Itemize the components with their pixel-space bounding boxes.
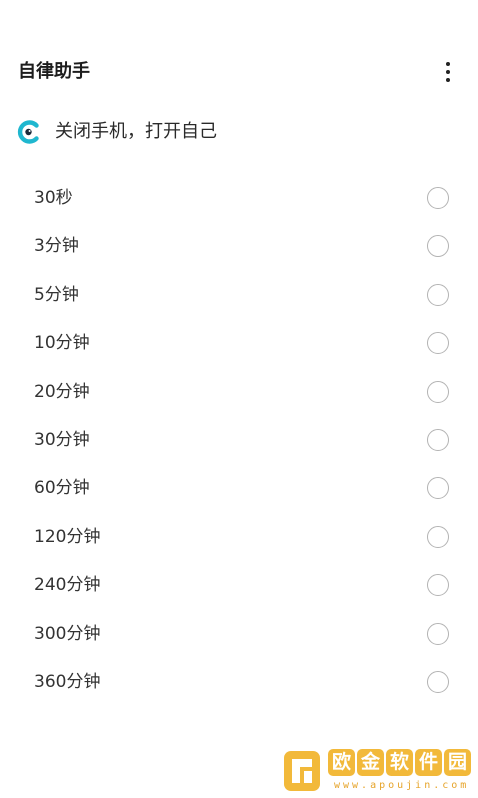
duration-option[interactable]: 120分钟 — [0, 513, 478, 561]
watermark-char: 金 — [357, 749, 384, 776]
watermark-char: 软 — [386, 749, 413, 776]
watermark-brand: 欧金软件园 — [328, 749, 471, 776]
duration-option[interactable]: 5分钟 — [0, 271, 478, 319]
more-options-button[interactable] — [436, 56, 460, 88]
app-title: 自律助手 — [18, 61, 90, 82]
duration-option[interactable]: 30分钟 — [0, 416, 478, 464]
duration-option[interactable]: 60分钟 — [0, 464, 478, 512]
duration-option-label: 20分钟 — [34, 381, 90, 402]
radio-button[interactable] — [427, 525, 449, 548]
app-logo-icon — [16, 119, 42, 145]
radio-button[interactable] — [427, 622, 449, 645]
app-screen: 自律助手 关闭手机，打开自己 30秒 3分钟 5分钟 10分钟 20分钟 30分钟 60分钟… — [0, 0, 478, 798]
radio-button[interactable] — [427, 235, 449, 258]
more-vertical-icon-dot — [446, 78, 450, 82]
duration-option[interactable]: 300分钟 — [0, 610, 478, 658]
radio-button[interactable] — [427, 332, 449, 355]
duration-option-label: 10分钟 — [34, 333, 90, 354]
radio-button[interactable] — [427, 380, 449, 403]
watermark-url: www.apoujin.com — [334, 780, 470, 791]
app-bar: 自律助手 — [0, 50, 478, 94]
watermark-char: 欧 — [328, 749, 355, 776]
radio-button[interactable] — [427, 670, 449, 693]
duration-options-list: 30秒 3分钟 5分钟 10分钟 20分钟 30分钟 60分钟 120分钟 240分钟 300分钟… — [0, 174, 478, 706]
more-vertical-icon-dot — [446, 70, 450, 74]
duration-option-label: 30秒 — [34, 188, 73, 208]
duration-option-label: 5分钟 — [34, 284, 79, 305]
radio-button[interactable] — [427, 574, 449, 597]
watermark-text-block: 欧金软件园 www.apoujin.com — [328, 749, 471, 793]
duration-option[interactable]: 10分钟 — [0, 319, 478, 367]
duration-option-label: 120分钟 — [34, 526, 101, 547]
duration-option-label: 30分钟 — [34, 429, 90, 450]
duration-option-label: 240分钟 — [34, 575, 101, 596]
watermark-char: 园 — [444, 749, 471, 776]
radio-button[interactable] — [427, 477, 449, 500]
duration-option-label: 60分钟 — [34, 478, 90, 499]
radio-button[interactable] — [427, 428, 449, 451]
watermark: 欧金软件园 www.apoujin.com — [282, 744, 478, 798]
watermark-logo-icon — [282, 747, 322, 795]
duration-option-label: 360分钟 — [34, 671, 101, 692]
slogan-text: 关闭手机，打开自己 — [55, 121, 217, 142]
duration-option-label: 3分钟 — [34, 236, 79, 257]
radio-button[interactable] — [427, 283, 449, 306]
more-vertical-icon — [446, 62, 450, 66]
duration-option-label: 300分钟 — [34, 623, 101, 644]
radio-button[interactable] — [427, 187, 449, 209]
duration-option[interactable]: 30秒 — [0, 174, 478, 222]
slogan-row: 关闭手机，打开自己 — [16, 117, 217, 147]
duration-option[interactable]: 20分钟 — [0, 368, 478, 416]
watermark-char: 件 — [415, 749, 442, 776]
duration-option[interactable]: 360分钟 — [0, 658, 478, 706]
duration-option[interactable]: 3分钟 — [0, 222, 478, 270]
duration-option[interactable]: 240分钟 — [0, 561, 478, 609]
